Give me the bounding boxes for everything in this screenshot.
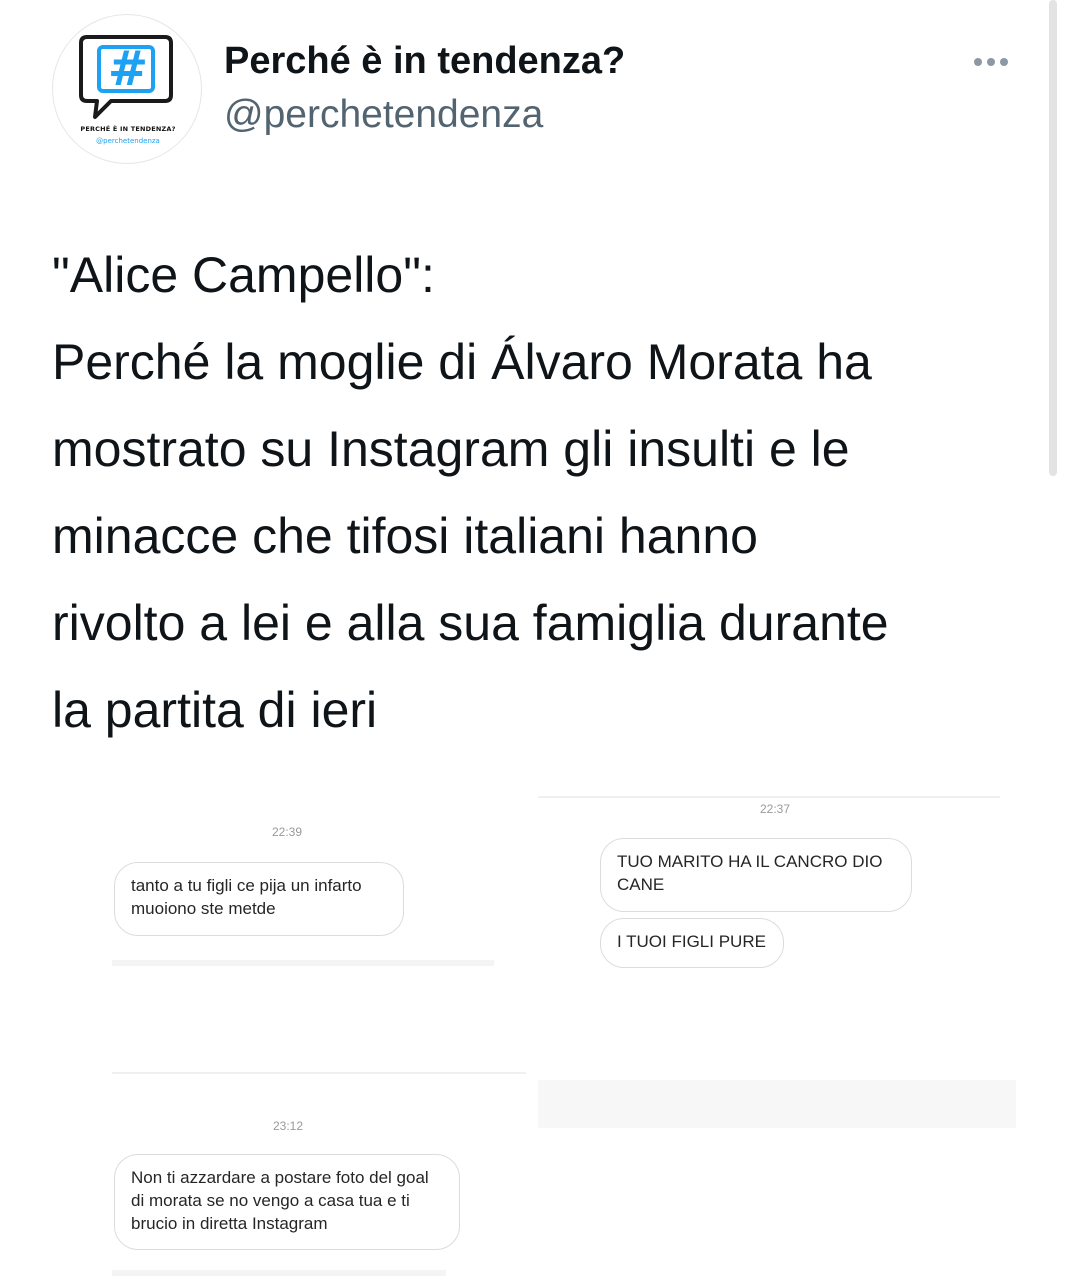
message-bubble: Non ti azzardare a postare foto del goal… bbox=[114, 1154, 460, 1250]
tweet-text-line: Perché la moglie di Álvaro Morata ha bbox=[52, 334, 872, 390]
tweet-text: "Alice Campello": Perché la moglie di Ál… bbox=[52, 232, 1032, 754]
divider bbox=[112, 1270, 446, 1276]
message-bubble: I TUOI FIGLI PURE bbox=[600, 918, 784, 968]
author-handle[interactable]: @perchetendenza bbox=[224, 93, 543, 137]
avatar[interactable]: # PERCHÉ È IN TENDENZA? @perchetendenza bbox=[52, 14, 202, 164]
message-timestamp: 23:12 bbox=[273, 1119, 304, 1133]
divider bbox=[112, 960, 494, 966]
dm-screenshot[interactable]: 22:39 tanto a tu figli ce pija un infart… bbox=[100, 790, 500, 990]
tweet-text-line: minacce che tifosi italiani hanno bbox=[52, 508, 758, 564]
tweet-media-collage[interactable]: 22:39 tanto a tu figli ce pija un infart… bbox=[100, 790, 1030, 1280]
message-timestamp: 22:39 bbox=[272, 825, 303, 839]
message-timestamp: 22:37 bbox=[760, 802, 791, 816]
divider bbox=[538, 796, 1000, 798]
tweet-text-line: mostrato su Instagram gli insulti e le bbox=[52, 421, 850, 477]
tweet-text-line: "Alice Campello": bbox=[52, 247, 435, 303]
dm-screenshot[interactable]: 23:12 Non ti azzardare a postare foto de… bbox=[100, 1090, 500, 1280]
blank-area bbox=[538, 1080, 1016, 1128]
scrollbar[interactable] bbox=[1049, 0, 1057, 476]
author-display-name[interactable]: Perché è in tendenza? bbox=[224, 40, 625, 83]
tweet-text-line: rivolto a lei e alla sua famiglia durant… bbox=[52, 595, 889, 651]
divider bbox=[112, 1072, 526, 1074]
message-bubble: tanto a tu figli ce pija un infarto muoi… bbox=[114, 862, 404, 936]
avatar-hashtag-symbol: # bbox=[107, 41, 149, 97]
tweet-text-line: la partita di ieri bbox=[52, 682, 378, 738]
dm-screenshot[interactable]: 22:37 TUO MARITO HA IL CANCRO DIO CANE I… bbox=[538, 790, 1008, 990]
more-horizontal-icon[interactable] bbox=[966, 48, 1016, 76]
avatar-handle: @perchetendenza bbox=[96, 137, 160, 145]
avatar-caption: PERCHÉ È IN TENDENZA? bbox=[80, 125, 176, 133]
message-bubble: TUO MARITO HA IL CANCRO DIO CANE bbox=[600, 838, 912, 912]
